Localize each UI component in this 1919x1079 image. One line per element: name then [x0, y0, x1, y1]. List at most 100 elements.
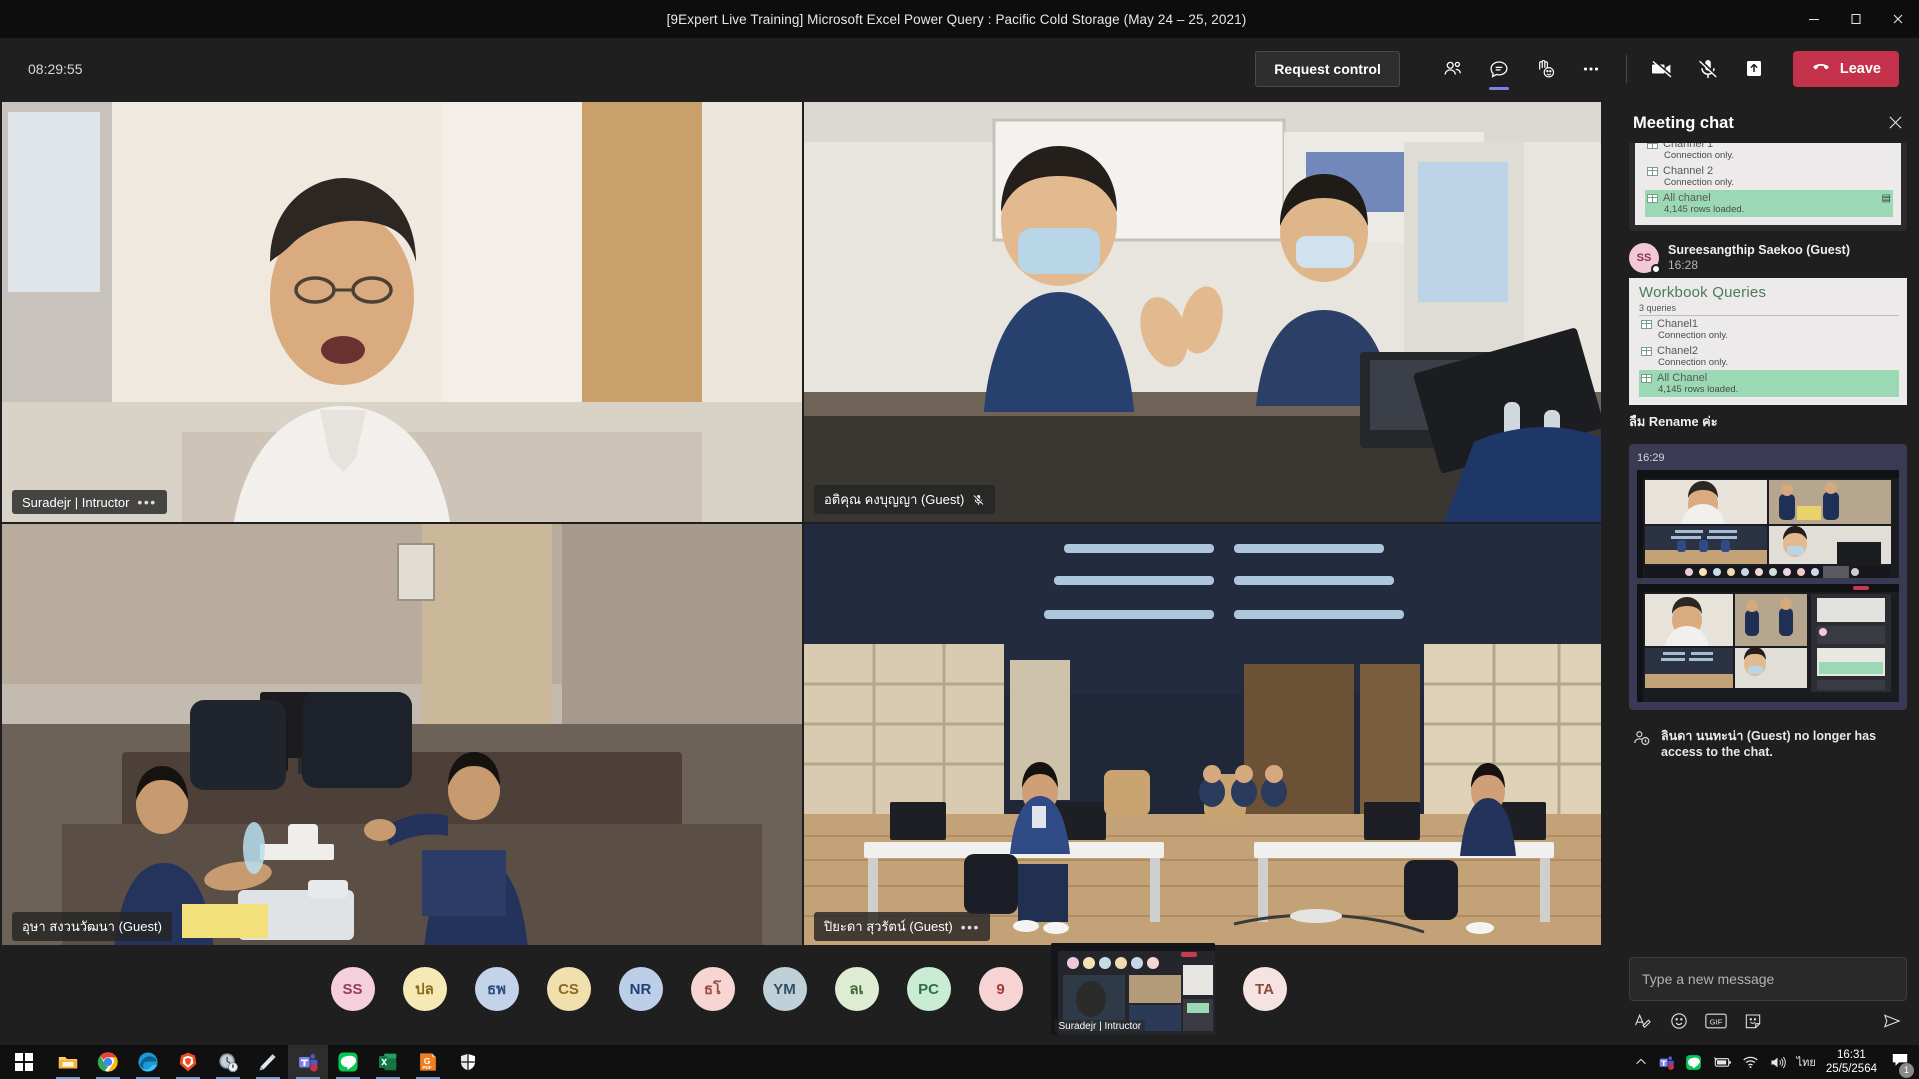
participant-avatar[interactable]: ธโ: [691, 967, 735, 1011]
windows-defender-icon[interactable]: [448, 1045, 488, 1079]
message-bubble: 16:29: [1629, 444, 1907, 710]
avatar-initials: SS: [1637, 252, 1652, 264]
file-explorer-icon[interactable]: [48, 1045, 88, 1079]
close-chat-icon[interactable]: [1888, 115, 1903, 133]
teams-meeting-window: [9Expert Live Training] Microsoft Excel …: [0, 0, 1919, 1079]
tile-name-chip[interactable]: อุษา สงวนวัฒนา (Guest): [12, 912, 172, 941]
teams-tray-icon[interactable]: [1658, 1054, 1675, 1071]
query-row: Channel 2: [1645, 163, 1893, 177]
message-text: ลืม Rename ค่ะ: [1629, 411, 1907, 432]
sticker-icon[interactable]: [1743, 1011, 1763, 1031]
self-view-name: Suradejr | Intructor: [1055, 1020, 1146, 1033]
participant-avatar[interactable]: ลเ: [835, 967, 879, 1011]
start-button-icon[interactable]: [0, 1045, 48, 1079]
participant-name: ปิยะดา สุวรัตน์ (Guest): [824, 916, 953, 937]
query-note: 4,145 rows loaded.: [1645, 204, 1893, 217]
video-feed: [2, 102, 802, 522]
language-indicator[interactable]: ไทย: [1797, 1053, 1816, 1071]
line-tray-icon[interactable]: [1685, 1054, 1702, 1071]
query-name: All chanel: [1663, 192, 1711, 204]
table-icon: [1647, 167, 1658, 176]
table-icon: [1641, 374, 1652, 383]
participant-avatar[interactable]: 9: [979, 967, 1023, 1011]
tile-name-chip[interactable]: อติคุณ คงบุญญา (Guest): [814, 485, 995, 514]
request-control-button[interactable]: Request control: [1255, 51, 1400, 87]
microsoft-teams-icon[interactable]: [288, 1045, 328, 1079]
video-tile[interactable]: ปิยะดา สุวรัตน์ (Guest) •••: [804, 524, 1601, 949]
chat-message[interactable]: 3 queries Channel 1 Connection only. Cha…: [1629, 143, 1907, 231]
tile-more-icon[interactable]: •••: [961, 919, 980, 935]
share-screen-icon[interactable]: [1731, 46, 1777, 92]
system-tray: ไทย 16:31 25/5/2564 1: [1634, 1048, 1919, 1077]
sticky-notes-icon[interactable]: [248, 1045, 288, 1079]
video-feed: [2, 524, 802, 949]
chat-message-list[interactable]: 3 queries Channel 1 Connection only. Cha…: [1617, 143, 1919, 949]
google-chrome-icon[interactable]: [88, 1045, 128, 1079]
brave-browser-icon[interactable]: [168, 1045, 208, 1079]
taskbar-clock[interactable]: 16:31 25/5/2564: [1826, 1048, 1877, 1077]
screenshot-attachment[interactable]: [1637, 470, 1899, 578]
query-note: Connection only.: [1645, 177, 1893, 190]
tray-overflow-icon[interactable]: [1634, 1055, 1648, 1069]
clock-alarm-icon[interactable]: [208, 1045, 248, 1079]
microsoft-excel-icon[interactable]: [368, 1045, 408, 1079]
video-tile[interactable]: อติคุณ คงบุญญา (Guest): [804, 102, 1601, 522]
message-input-placeholder: Type a new message: [1642, 971, 1774, 987]
minimize-button[interactable]: [1793, 0, 1835, 38]
maximize-restore-button[interactable]: [1835, 0, 1877, 38]
gpdf-icon[interactable]: G PDF: [408, 1045, 448, 1079]
more-options-icon[interactable]: [1568, 46, 1614, 92]
participant-avatar[interactable]: YM: [763, 967, 807, 1011]
volume-icon[interactable]: [1769, 1055, 1787, 1070]
participant-avatar[interactable]: CS: [547, 967, 591, 1011]
query-row-highlighted: All Chanel 4,145 rows loaded.: [1639, 370, 1899, 397]
message-input-box[interactable]: Type a new message: [1629, 957, 1907, 1001]
participant-avatar[interactable]: ปล: [403, 967, 447, 1011]
participant-avatar[interactable]: NR: [619, 967, 663, 1011]
message-meta: Sureesangthip Saekoo (Guest) 16:28: [1668, 243, 1850, 272]
table-icon: [1641, 347, 1652, 356]
format-icon[interactable]: [1633, 1011, 1653, 1031]
query-name: All Chanel: [1657, 372, 1707, 384]
message-bubble: 3 queries Channel 1 Connection only. Cha…: [1629, 143, 1907, 231]
participants-icon[interactable]: [1430, 46, 1476, 92]
screenshot-attachment[interactable]: [1637, 584, 1899, 702]
query-note: 4,145 rows loaded.: [1639, 384, 1899, 397]
avatar[interactable]: SS: [1629, 243, 1659, 273]
video-tile[interactable]: อุษา สงวนวัฒนา (Guest): [2, 524, 802, 949]
tile-more-icon[interactable]: •••: [137, 494, 156, 510]
participant-avatar[interactable]: TA: [1243, 967, 1287, 1011]
self-view-thumbnail[interactable]: Suradejr | Intructor: [1051, 943, 1215, 1035]
chat-message[interactable]: SS Sureesangthip Saekoo (Guest) 16:28 Wo…: [1629, 243, 1907, 432]
tile-name-chip[interactable]: Suradejr | Intructor •••: [12, 490, 167, 514]
line-icon[interactable]: [328, 1045, 368, 1079]
camera-off-icon[interactable]: [1639, 46, 1685, 92]
microphone-muted-icon[interactable]: [1685, 46, 1731, 92]
tile-name-chip[interactable]: ปิยะดา สุวรัตน์ (Guest) •••: [814, 912, 990, 941]
svg-text:PDF: PDF: [422, 1065, 431, 1070]
notification-count-badge: 1: [1899, 1063, 1914, 1078]
message-author: Sureesangthip Saekoo (Guest): [1668, 243, 1850, 257]
chat-icon[interactable]: [1476, 46, 1522, 92]
send-message-icon[interactable]: [1881, 1011, 1903, 1031]
participant-avatar[interactable]: SS: [331, 967, 375, 1011]
video-tile[interactable]: Suradejr | Intructor •••: [2, 102, 802, 522]
chat-message[interactable]: 16:29: [1629, 444, 1907, 710]
emoji-icon[interactable]: [1669, 1011, 1689, 1031]
chat-system-message: ลินดา นนทะน่า (Guest) no longer has acce…: [1629, 722, 1907, 770]
leave-button[interactable]: Leave: [1793, 51, 1899, 87]
query-note: Connection only.: [1645, 150, 1893, 163]
wifi-icon[interactable]: [1742, 1055, 1759, 1069]
video-grid: Suradejr | Intructor •••: [0, 100, 1599, 947]
microsoft-edge-icon[interactable]: [128, 1045, 168, 1079]
notification-center-icon[interactable]: 1: [1891, 1051, 1909, 1074]
presence-indicator: [1651, 264, 1661, 274]
battery-icon[interactable]: [1712, 1055, 1732, 1069]
participant-avatar[interactable]: PC: [907, 967, 951, 1011]
close-button[interactable]: [1877, 0, 1919, 38]
reactions-icon[interactable]: [1522, 46, 1568, 92]
chat-header: Meeting chat: [1617, 100, 1919, 143]
giphy-icon[interactable]: GIF: [1705, 1013, 1727, 1029]
participant-avatar[interactable]: ธพ: [475, 967, 519, 1011]
leave-label: Leave: [1840, 61, 1881, 77]
